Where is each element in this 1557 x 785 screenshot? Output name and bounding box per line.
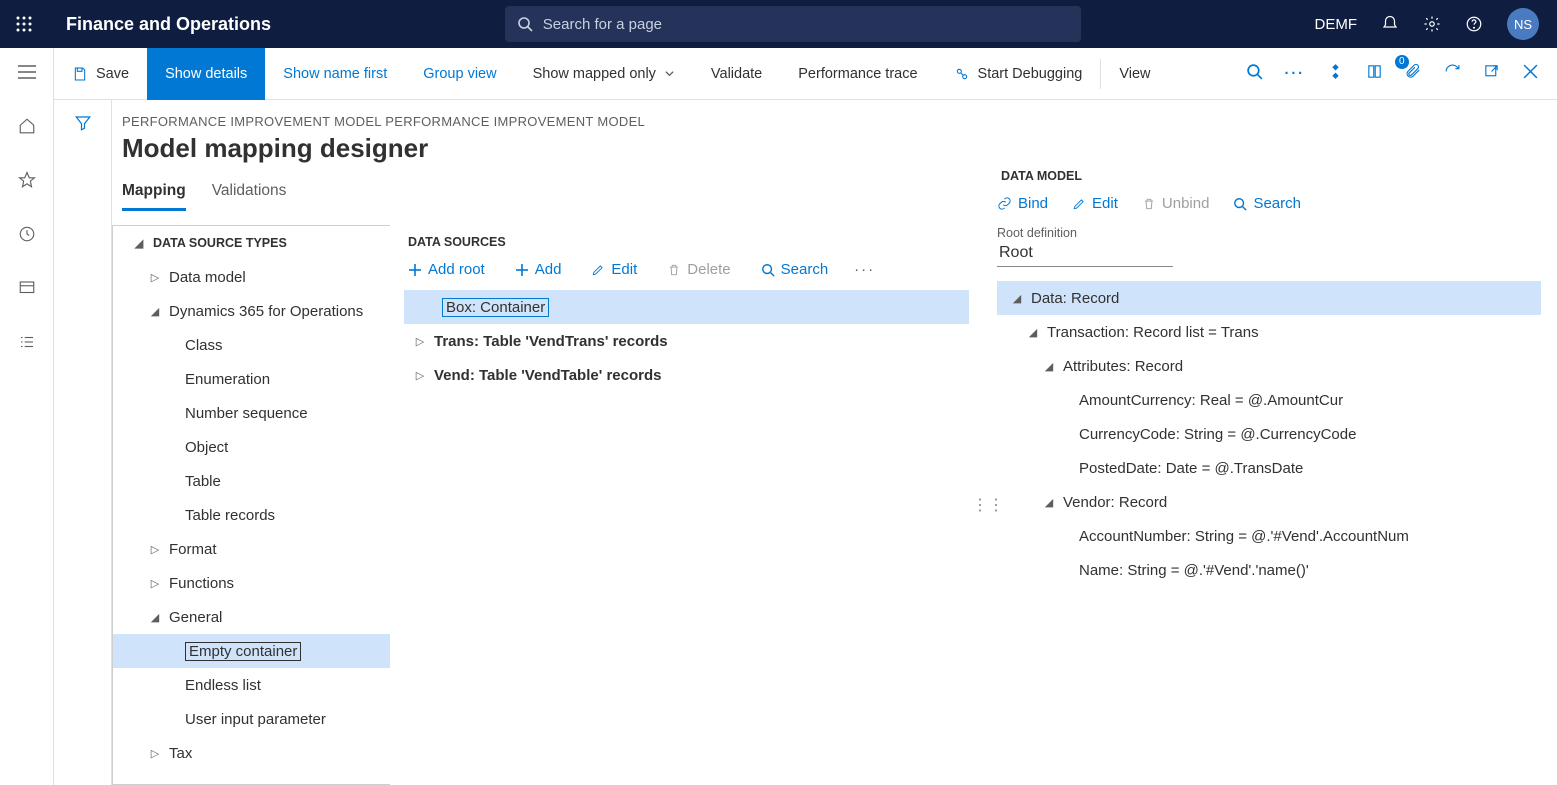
delete-button[interactable]: Delete [663, 261, 734, 278]
ds-header: DATA SOURCES [408, 235, 969, 249]
dst-d365[interactable]: ◢Dynamics 365 for Operations [113, 294, 390, 328]
dst-general[interactable]: ◢General [113, 600, 390, 634]
chevron-down-icon [664, 68, 675, 79]
dst-numseq[interactable]: Number sequence [113, 396, 390, 430]
dst-tax[interactable]: ▷Tax [113, 736, 390, 770]
dst-table-records[interactable]: Table records [113, 498, 390, 532]
dst-format[interactable]: ▷Format [113, 532, 390, 566]
action-bar: Save Show details Show name first Group … [54, 48, 1557, 100]
bind-button[interactable]: Bind [997, 195, 1048, 212]
unbind-button[interactable]: Unbind [1142, 195, 1210, 212]
page-title: Model mapping designer [122, 133, 1547, 164]
search-icon[interactable] [1246, 63, 1263, 84]
dm-header: DATA MODEL [1001, 169, 1541, 183]
workspace-icon[interactable] [7, 272, 47, 304]
more-icon[interactable]: ··· [854, 261, 875, 278]
search-icon [517, 16, 533, 32]
ds-row-box[interactable]: Box: Container [404, 290, 969, 324]
search-button[interactable]: Search [757, 261, 833, 278]
data-model-panel: DATA MODEL Bind Edit Unbind Search Root … [997, 225, 1557, 785]
ds-row-vend[interactable]: ▷Vend: Table 'VendTable' records [404, 358, 969, 392]
search-button[interactable]: Search [1233, 195, 1301, 212]
dst-data-model[interactable]: ▷Data model [113, 260, 390, 294]
show-name-first-button[interactable]: Show name first [265, 48, 405, 100]
dm-acct[interactable]: AccountNumber: String = @.'#Vend'.Accoun… [997, 519, 1541, 553]
dst-enum[interactable]: Enumeration [113, 362, 390, 396]
popout-icon[interactable] [1483, 63, 1500, 84]
dm-data[interactable]: ◢Data: Record [997, 281, 1541, 315]
home-icon[interactable] [7, 110, 47, 142]
edit-button[interactable]: Edit [1072, 195, 1118, 212]
group-view-button[interactable]: Group view [405, 48, 514, 100]
help-icon[interactable] [1465, 15, 1483, 33]
search-placeholder: Search for a page [543, 16, 662, 33]
splitter-icon[interactable]: ⋮⋮ [979, 225, 997, 785]
save-button[interactable]: Save [54, 48, 147, 100]
bell-icon[interactable] [1381, 15, 1399, 33]
dst-object[interactable]: Object [113, 430, 390, 464]
root-definition-value[interactable]: Root [997, 242, 1173, 267]
root-definition-label: Root definition [997, 226, 1541, 240]
performance-trace-button[interactable]: Performance trace [780, 48, 935, 100]
data-source-types-panel: ◢DATA SOURCE TYPES ▷Data model ◢Dynamics… [112, 225, 390, 785]
dm-vendor[interactable]: ◢Vendor: Record [997, 485, 1541, 519]
gear-icon[interactable] [1423, 15, 1441, 33]
collapse-icon[interactable]: ◢ [133, 237, 145, 250]
user-avatar[interactable]: NS [1507, 8, 1539, 40]
dm-posted[interactable]: PostedDate: Date = @.TransDate [997, 451, 1541, 485]
filter-strip [54, 100, 112, 785]
validate-button[interactable]: Validate [693, 48, 780, 100]
global-search[interactable]: Search for a page [505, 6, 1081, 42]
global-header: Finance and Operations Search for a page… [0, 0, 1557, 48]
edit-button[interactable]: Edit [587, 261, 641, 278]
book-icon[interactable] [1366, 63, 1383, 84]
view-button[interactable]: View [1101, 48, 1168, 100]
data-sources-panel: DATA SOURCES Add root Add Edit Delete Se… [390, 225, 979, 785]
filter-icon[interactable] [74, 114, 92, 132]
add-root-button[interactable]: Add root [404, 261, 489, 278]
dst-functions[interactable]: ▷Functions [113, 566, 390, 600]
show-details-button[interactable]: Show details [147, 48, 265, 100]
dst-endless-list[interactable]: Endless list [113, 668, 390, 702]
tab-mapping[interactable]: Mapping [122, 182, 186, 211]
save-icon [72, 66, 88, 82]
dst-table[interactable]: Table [113, 464, 390, 498]
dm-attributes[interactable]: ◢Attributes: Record [997, 349, 1541, 383]
modules-icon[interactable] [7, 326, 47, 358]
dst-empty-container[interactable]: Empty container [113, 634, 390, 668]
tab-validations[interactable]: Validations [212, 182, 287, 211]
dst-class[interactable]: Class [113, 328, 390, 362]
dst-user-input[interactable]: User input parameter [113, 702, 390, 736]
show-mapped-only-dropdown[interactable]: Show mapped only [515, 48, 693, 100]
clock-icon[interactable] [7, 218, 47, 250]
ds-row-trans[interactable]: ▷Trans: Table 'VendTrans' records [404, 324, 969, 358]
close-icon[interactable] [1522, 63, 1539, 84]
dm-name[interactable]: Name: String = @.'#Vend'.'name()' [997, 553, 1541, 587]
add-button[interactable]: Add [511, 261, 566, 278]
entity-label[interactable]: DEMF [1315, 16, 1358, 33]
more-icon[interactable]: ··· [1285, 66, 1306, 82]
hamburger-icon[interactable] [7, 56, 47, 88]
start-debugging-button[interactable]: Start Debugging [936, 48, 1101, 100]
diamond-icon[interactable] [1327, 63, 1344, 84]
dm-currency[interactable]: CurrencyCode: String = @.CurrencyCode [997, 417, 1541, 451]
breadcrumb: PERFORMANCE IMPROVEMENT MODEL PERFORMANC… [122, 114, 1547, 129]
debug-icon [954, 66, 970, 82]
left-rail [0, 48, 54, 785]
waffle-icon[interactable] [0, 0, 48, 48]
attach-icon[interactable]: 0 [1405, 63, 1422, 84]
dm-amount[interactable]: AmountCurrency: Real = @.AmountCur [997, 383, 1541, 417]
product-name: Finance and Operations [66, 14, 271, 35]
refresh-icon[interactable] [1444, 63, 1461, 84]
dm-transaction[interactable]: ◢Transaction: Record list = Trans [997, 315, 1541, 349]
star-icon[interactable] [7, 164, 47, 196]
